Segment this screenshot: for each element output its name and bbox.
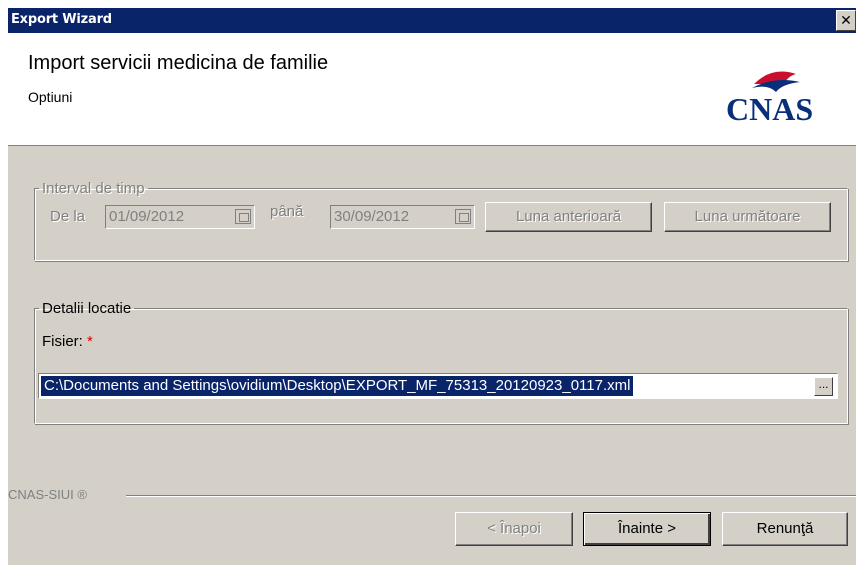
browse-button[interactable]: ...	[814, 377, 833, 396]
title-bar[interactable]: Export Wizard ✕	[8, 8, 856, 33]
from-date-value: 01/09/2012	[109, 208, 185, 225]
calendar-icon[interactable]	[455, 209, 471, 224]
footer-brand: CNAS-SIUI ®	[8, 487, 87, 502]
next-button[interactable]: Înainte >	[583, 512, 711, 546]
interval-legend: Interval de timp	[42, 180, 145, 197]
from-date-field[interactable]: 01/09/2012	[105, 205, 255, 229]
close-button[interactable]: ✕	[836, 10, 856, 31]
wizard-header: Import servicii medicina de familie Opti…	[8, 33, 856, 146]
logo-text: CNAS	[726, 91, 813, 127]
location-group: Detalii locatie	[34, 300, 848, 424]
required-mark: *	[87, 333, 93, 350]
file-path-value[interactable]: C:\Documents and Settings\ovidium\Deskto…	[41, 376, 634, 396]
file-label: Fisier: *	[42, 333, 93, 350]
browse-icon: ...	[818, 377, 829, 391]
file-path-field[interactable]: C:\Documents and Settings\ovidium\Deskto…	[38, 373, 838, 399]
back-button[interactable]: < Înapoi	[455, 512, 573, 546]
to-date-field[interactable]: 30/09/2012	[330, 205, 475, 229]
export-wizard-window: Export Wizard ✕ Import servicii medicina…	[0, 0, 856, 565]
page-subtitle: Optiuni	[28, 89, 73, 105]
page-title: Import servicii medicina de familie	[28, 52, 329, 74]
left-edge	[0, 0, 8, 565]
window-title: Export Wizard	[11, 12, 112, 27]
cnas-logo: CNAS	[726, 71, 813, 127]
footer-divider	[126, 495, 856, 497]
to-label: până	[270, 203, 304, 220]
top-edge	[0, 0, 856, 8]
cancel-button[interactable]: Renunţă	[722, 512, 848, 546]
location-legend: Detalii locatie	[42, 300, 132, 317]
next-month-button[interactable]: Luna următoare	[664, 202, 831, 232]
from-label: De la	[50, 208, 86, 225]
calendar-icon[interactable]	[235, 209, 251, 224]
to-date-value: 30/09/2012	[334, 208, 410, 225]
prev-month-button[interactable]: Luna anterioară	[485, 202, 652, 232]
close-icon: ✕	[840, 12, 852, 28]
